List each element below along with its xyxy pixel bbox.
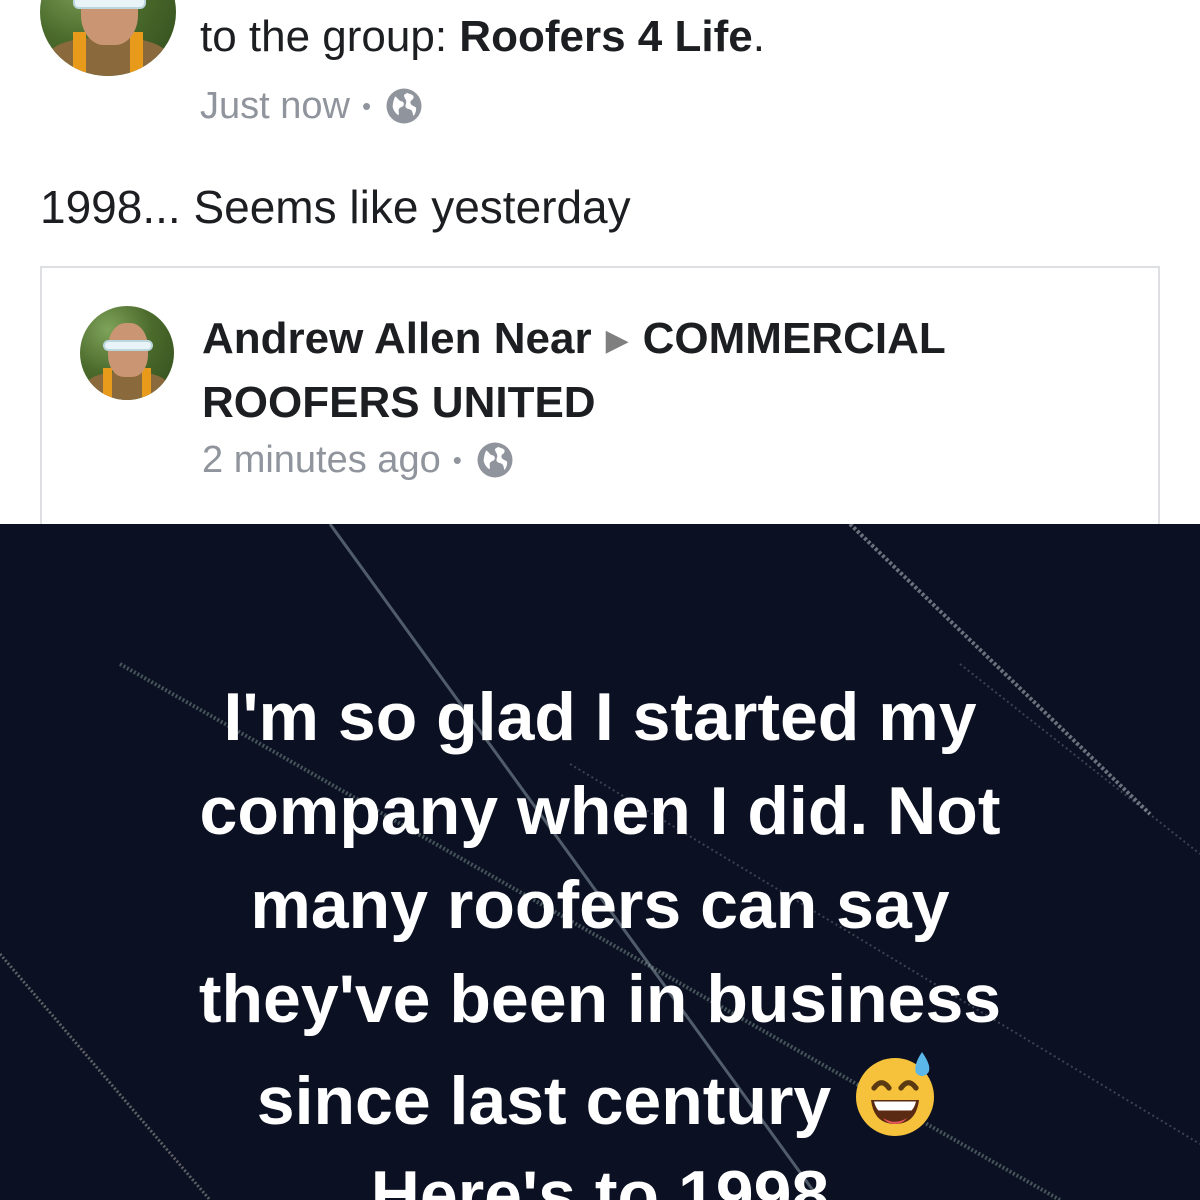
shared-post-card[interactable]: Andrew Allen Near ▶ COMMERCIAL ROOFERS UNIT… <box>40 266 1160 566</box>
shared-group-line2: ROOFERS UNITED <box>202 378 596 428</box>
post-header-prefix: to the group: <box>200 12 460 61</box>
meta-separator: • <box>361 90 372 121</box>
post-timestamp[interactable]: Just now <box>200 85 350 128</box>
shared-post-header: Andrew Allen Near ▶ COMMERCIAL ROOFERS UNIT… <box>202 308 1102 434</box>
post-meta: Just now • <box>200 82 425 130</box>
arrow-right-icon: ▶ <box>605 324 629 358</box>
quote-line-with-emoji: since last century <box>40 1046 1160 1148</box>
quote-line: since last century <box>256 1063 832 1139</box>
globe-icon[interactable] <box>474 439 516 481</box>
quote-line: company when I did. Not <box>199 773 1001 849</box>
shared-post-image[interactable]: I'm so glad I started my company when I … <box>0 524 1200 1200</box>
grinning-sweat-emoji-icon <box>856 1052 935 1136</box>
image-quote: I'm so glad I started my company when I … <box>40 670 1160 1200</box>
post-header: to the group: Roofers 4 Life. <box>200 10 765 64</box>
quote-line: they've been in business <box>198 961 1002 1037</box>
poster-avatar[interactable] <box>40 0 176 76</box>
post-header-suffix: . <box>752 12 765 61</box>
meta-separator: • <box>452 444 462 475</box>
shared-post-timestamp[interactable]: 2 minutes ago <box>202 439 441 482</box>
quote-line: Here's to 1998 <box>370 1157 830 1200</box>
quote-line: I'm so glad I started my <box>223 679 977 755</box>
group-name-link[interactable]: Roofers 4 Life <box>459 12 752 61</box>
shared-author-name[interactable]: Andrew Allen Near <box>202 314 592 363</box>
shared-post-meta: 2 minutes ago • <box>202 436 516 484</box>
quote-line: many roofers can say <box>250 867 950 943</box>
shared-group-line1: COMMERCIAL <box>642 314 946 363</box>
post-text: 1998... Seems like yesterday <box>40 181 631 233</box>
shared-author-avatar[interactable] <box>80 306 174 400</box>
globe-icon[interactable] <box>383 85 425 127</box>
